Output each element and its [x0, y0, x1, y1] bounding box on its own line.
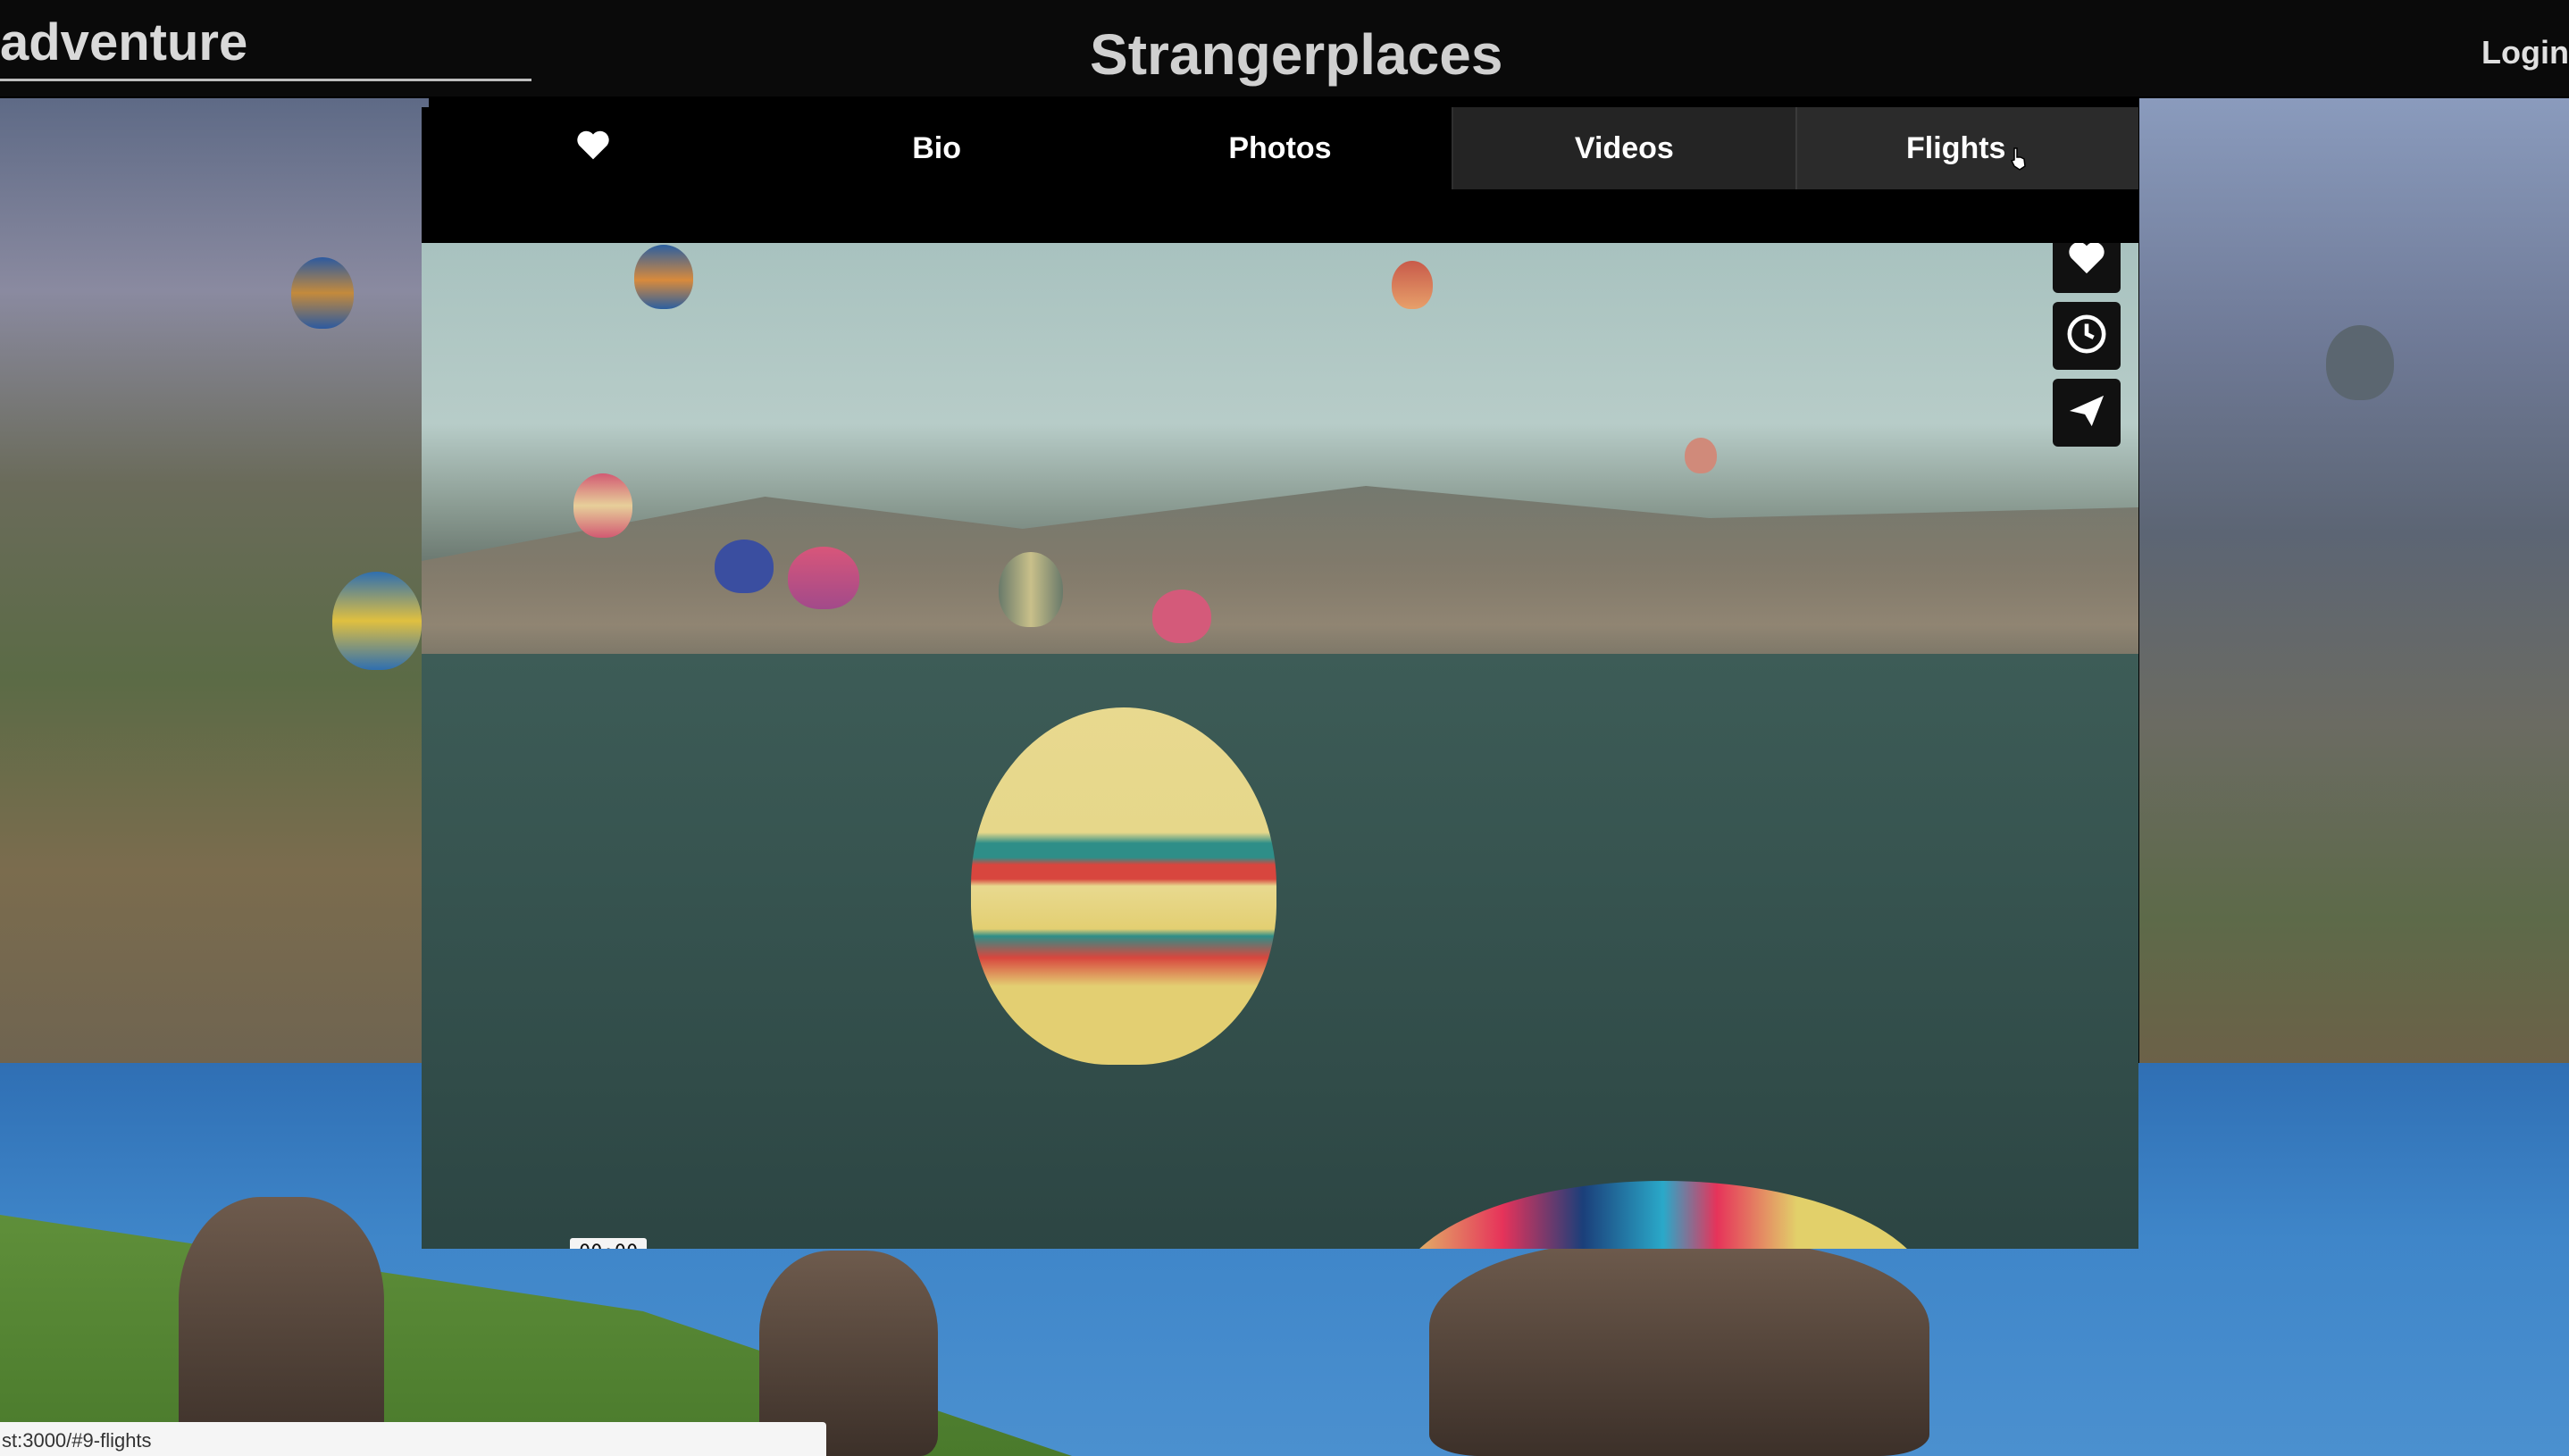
tab-videos[interactable]: Videos [1452, 107, 1795, 189]
search-input-underline [0, 79, 531, 81]
tab-bio[interactable]: Bio [765, 107, 1108, 189]
time-display: 00:00 [570, 1238, 648, 1249]
heart-icon [2067, 243, 2106, 280]
tab-flights-label: Flights [1906, 130, 2006, 165]
cursor-hand-icon [2009, 145, 2029, 180]
video-scene-valley [422, 654, 2138, 1249]
video-balloon [573, 473, 632, 538]
video-balloon-large [971, 707, 1276, 1065]
like-video-button[interactable] [2053, 243, 2121, 293]
video-balloon [1685, 438, 1717, 473]
tab-flights[interactable]: Flights [1795, 107, 2138, 189]
modal-tabs: Bio Photos Videos Flights [422, 107, 2138, 189]
share-button[interactable] [2053, 379, 2121, 447]
top-nav-bar: adventure Strangerplaces Login [0, 0, 2569, 96]
tab-favorite[interactable] [422, 107, 765, 189]
send-icon [2066, 392, 2107, 434]
profile-modal: Bio Photos Videos Flights [422, 107, 2138, 1249]
video-balloon [715, 540, 774, 593]
background-rock [179, 1197, 384, 1456]
clock-icon [2066, 314, 2107, 359]
video-balloon [999, 552, 1063, 627]
background-rock [1429, 1242, 1929, 1456]
login-link[interactable]: Login [2481, 34, 2569, 71]
background-photo-right [2139, 98, 2569, 1063]
heart-icon [575, 129, 611, 169]
background-balloon [291, 257, 354, 329]
site-title[interactable]: Strangerplaces [1090, 21, 1502, 88]
video-balloon [1392, 261, 1433, 309]
background-balloon [2326, 325, 2394, 400]
video-player[interactable]: 00:00 HD vimeo [422, 243, 2138, 1249]
browser-status-url: st:3000/#9-flights [0, 1422, 826, 1456]
video-balloon [634, 245, 693, 309]
video-balloon [1152, 590, 1211, 643]
search-input[interactable]: adventure [0, 13, 247, 72]
video-balloon [788, 547, 859, 609]
tab-photos[interactable]: Photos [1109, 107, 1452, 189]
background-balloon [332, 572, 422, 670]
watch-later-button[interactable] [2053, 302, 2121, 370]
